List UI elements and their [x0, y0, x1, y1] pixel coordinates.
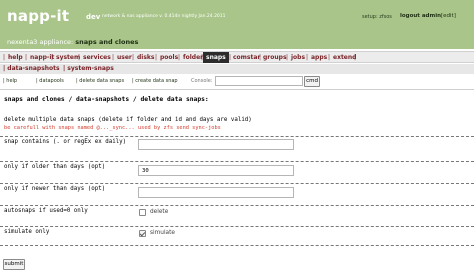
menu-item-disks[interactable]: disks [137, 54, 154, 61]
main-menu: | help | napp-it | system | services | u… [0, 51, 474, 63]
appliance-title: nexenta3 appliance: snaps and clones [7, 38, 138, 46]
older-than-days-input[interactable] [138, 165, 294, 176]
menu-item-apps[interactable]: apps [311, 54, 327, 61]
subnav-item-create-data-snap[interactable]: | create data snap [132, 78, 178, 84]
submit-button[interactable]: submit [3, 259, 25, 270]
menu-item-services[interactable]: services [83, 54, 111, 61]
field-label-older-than: only if older than days (opt) [4, 164, 106, 170]
menu-separator: | [155, 54, 158, 61]
field-label-snap-contains: snap contains (. or regEx ex daily) [4, 139, 127, 145]
row-divider [0, 136, 474, 137]
divider [0, 89, 474, 90]
menu-separator: | [78, 54, 81, 61]
menu-item-comstar[interactable]: comstar [233, 54, 260, 61]
setup-text: setup: zfsos [362, 14, 392, 20]
version-text: network & nas appliance v. 0.414n nightl… [102, 14, 226, 19]
newer-than-days-input[interactable] [138, 187, 294, 198]
page-description: delete multiple data snaps (delete if fo… [4, 117, 252, 123]
row-divider [0, 245, 474, 246]
edit-link[interactable]: [edit] [441, 13, 456, 19]
menu-separator: | [229, 54, 232, 61]
menu-item-jobs[interactable]: jobs [291, 54, 305, 61]
warning-text: be carefull with snaps named @..._sync..… [4, 125, 221, 131]
menu-separator: | [178, 54, 181, 61]
menu-item-system[interactable]: system [56, 54, 80, 61]
submenu-item-data-snapshots[interactable]: | data-snapshots [3, 65, 60, 72]
menu-separator: | [286, 54, 289, 61]
menu-separator: | [259, 54, 262, 61]
menu-separator: | [25, 54, 28, 61]
field-label-simulate: simulate only [4, 229, 50, 235]
menu-separator: | [132, 54, 135, 61]
submenu-label: system-snaps [67, 65, 114, 72]
app-header: napp-it dev network & nas appliance v. 0… [0, 0, 474, 49]
menu-item-help[interactable]: help [8, 54, 23, 61]
console-label: Console: [191, 78, 213, 84]
menu-item-groups[interactable]: groups [263, 54, 287, 61]
subnav-label: delete data snaps [79, 78, 125, 84]
cmd-button[interactable]: cmd [304, 76, 320, 87]
simulate-checkbox[interactable] [139, 230, 146, 237]
console-input[interactable] [215, 76, 303, 86]
logout-link[interactable]: logout admin [400, 13, 441, 19]
menu-separator: | [51, 54, 54, 61]
menu-item-pools[interactable]: pools [160, 54, 178, 61]
submenu-item-system-snaps[interactable]: | system-snaps [63, 65, 114, 72]
simulate-checkbox-label: simulate [150, 230, 175, 236]
menu-separator: | [306, 54, 309, 61]
brand-logo: napp-it [7, 7, 70, 25]
delete-checkbox[interactable] [139, 209, 146, 216]
menu-separator: | [3, 54, 6, 61]
field-label-newer-than: only if newer than days (opt) [4, 186, 106, 192]
subnav-item-delete-data-snaps[interactable]: | delete data snaps [76, 78, 124, 84]
subnav-label: help [6, 78, 18, 84]
menu-item-snaps[interactable]: snaps [203, 52, 229, 63]
menu-separator: | [354, 54, 357, 61]
brand-dev-label: dev [86, 13, 101, 21]
row-divider [0, 183, 474, 184]
subnav-label: datapools [39, 78, 64, 84]
snap-contains-input[interactable] [138, 139, 294, 150]
page-title: snaps and clones / data-snapshots / dele… [4, 96, 209, 103]
appliance-section: snaps and clones [75, 38, 139, 46]
menu-item-user[interactable]: user [117, 54, 132, 61]
delete-checkbox-label: delete [150, 209, 169, 215]
menu-separator: | [328, 54, 331, 61]
submenu-label: data-snapshots [7, 65, 60, 72]
row-divider [0, 161, 474, 162]
subnav-item-datapools[interactable]: | datapools [36, 78, 64, 84]
sub-menu: | data-snapshots | system-snaps [0, 64, 474, 74]
subnav-label: create data snap [135, 78, 178, 84]
appliance-prefix: nexenta3 appliance: [7, 38, 74, 46]
field-label-autosnaps: autosnaps if used=0 only [4, 208, 88, 214]
subnav-item-help[interactable]: | help [3, 78, 17, 84]
row-divider [0, 226, 474, 227]
menu-item-extend[interactable]: extend [333, 54, 356, 61]
row-divider [0, 205, 474, 206]
menu-separator: | [112, 54, 115, 61]
